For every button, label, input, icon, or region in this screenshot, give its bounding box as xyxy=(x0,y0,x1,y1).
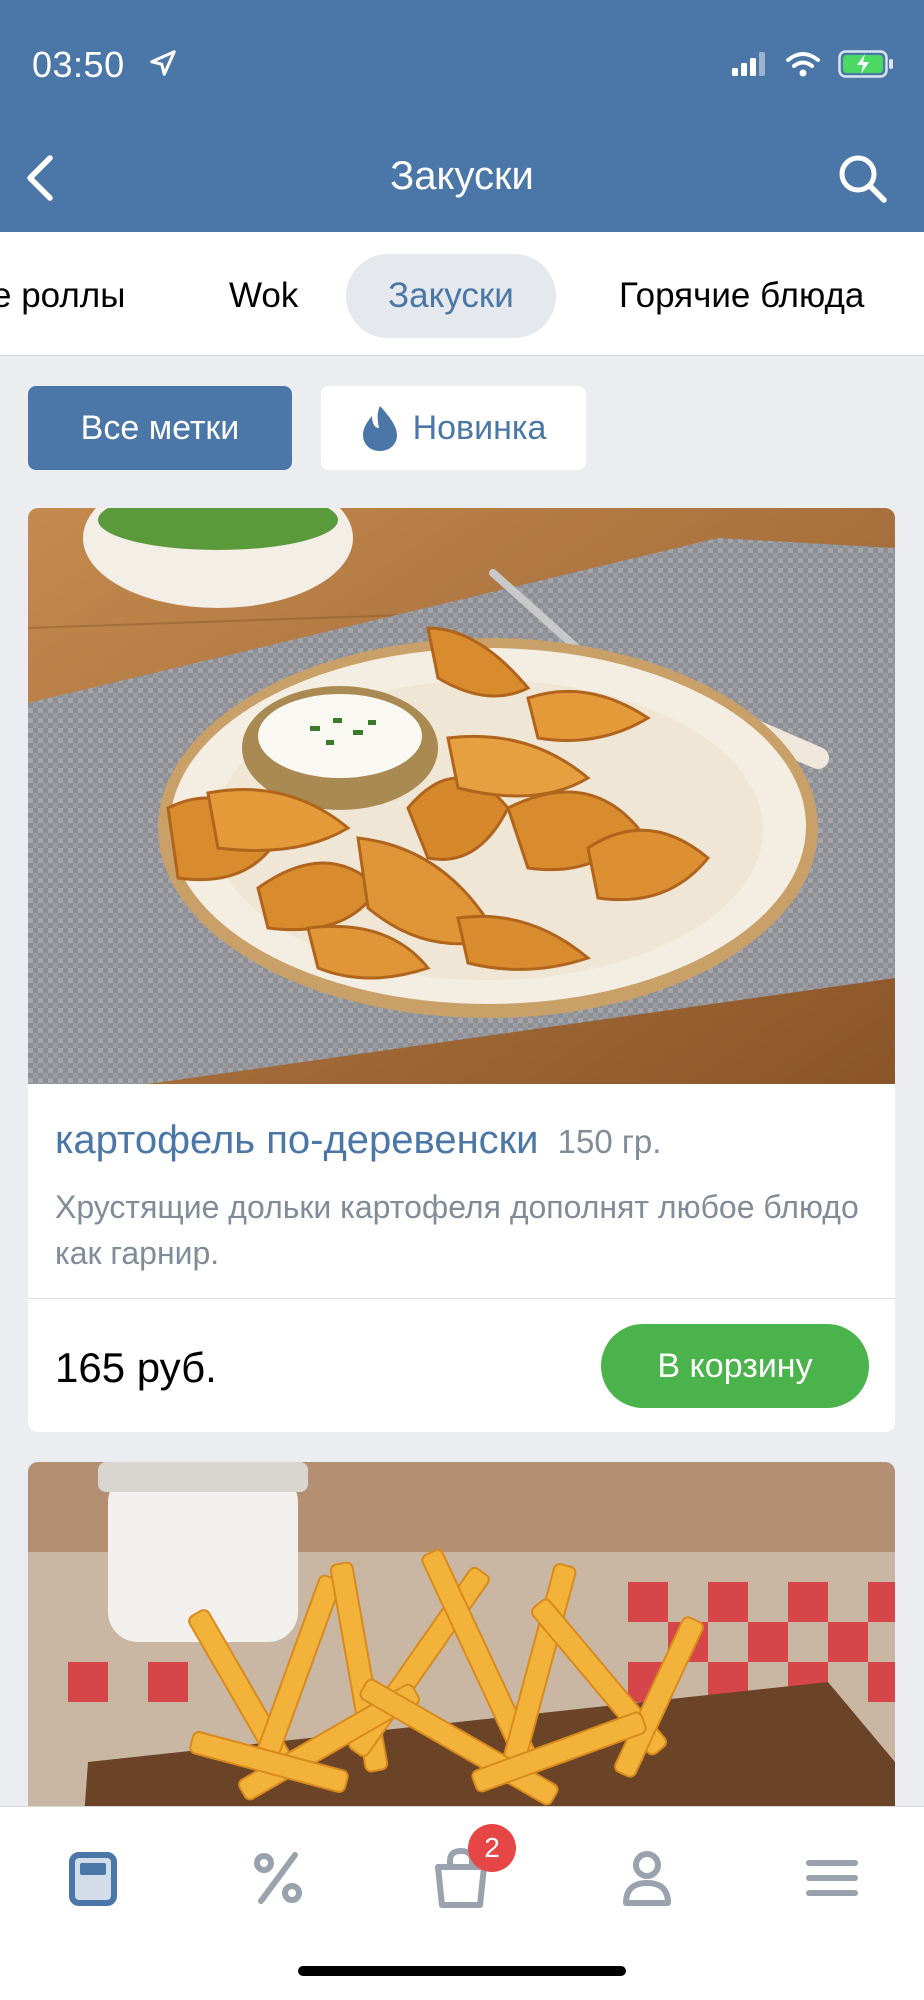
location-arrow-icon xyxy=(150,50,176,76)
filter-new-button[interactable]: Новинка xyxy=(321,386,586,470)
home-indicator[interactable] xyxy=(298,1966,626,1976)
wifi-icon xyxy=(786,52,820,77)
menu-card-icon[interactable] xyxy=(58,1843,128,1913)
battery-charging-icon xyxy=(838,50,893,78)
tab-wok[interactable]: Wok xyxy=(229,254,298,338)
cellular-signal-icon xyxy=(732,52,765,76)
filter-new-label: Новинка xyxy=(412,409,547,447)
card-divider xyxy=(28,1298,895,1299)
profile-icon[interactable] xyxy=(612,1843,682,1913)
tab-hot-dishes[interactable]: Горячие блюда xyxy=(619,254,864,338)
product-card: картофель по-деревенски 150 гр. Хрустящи… xyxy=(28,508,895,1432)
hamburger-icon[interactable] xyxy=(797,1843,867,1913)
product-title[interactable]: картофель по-деревенски 150 гр. xyxy=(55,1112,868,1170)
tab-rolls[interactable]: е роллы xyxy=(0,254,125,338)
drop-icon xyxy=(362,406,397,451)
percent-icon[interactable] xyxy=(243,1843,313,1913)
filter-all-tags-button[interactable]: Все метки xyxy=(28,386,292,470)
product-weight: 150 гр. xyxy=(557,1123,662,1160)
product-description: Хрустящие дольки картофеля дополнят любо… xyxy=(55,1189,859,1271)
product-price: 165 руб. xyxy=(55,1344,217,1391)
category-tabs: е роллы Wok Закуски Горячие блюда xyxy=(0,232,924,356)
product-name: картофель по-деревенски xyxy=(55,1118,539,1162)
page-title: Закуски xyxy=(390,154,534,198)
status-time: 03:50 xyxy=(32,44,125,85)
tab-snacks[interactable]: Закуски xyxy=(346,254,556,338)
search-icon[interactable] xyxy=(836,152,888,204)
status-indicators xyxy=(732,50,894,78)
cart-count-badge: 2 xyxy=(468,1824,516,1872)
product-photo-potato-wedges[interactable] xyxy=(28,508,895,1084)
add-to-cart-button[interactable]: В корзину xyxy=(601,1324,869,1408)
header: 03:50 Закуски xyxy=(0,0,924,232)
